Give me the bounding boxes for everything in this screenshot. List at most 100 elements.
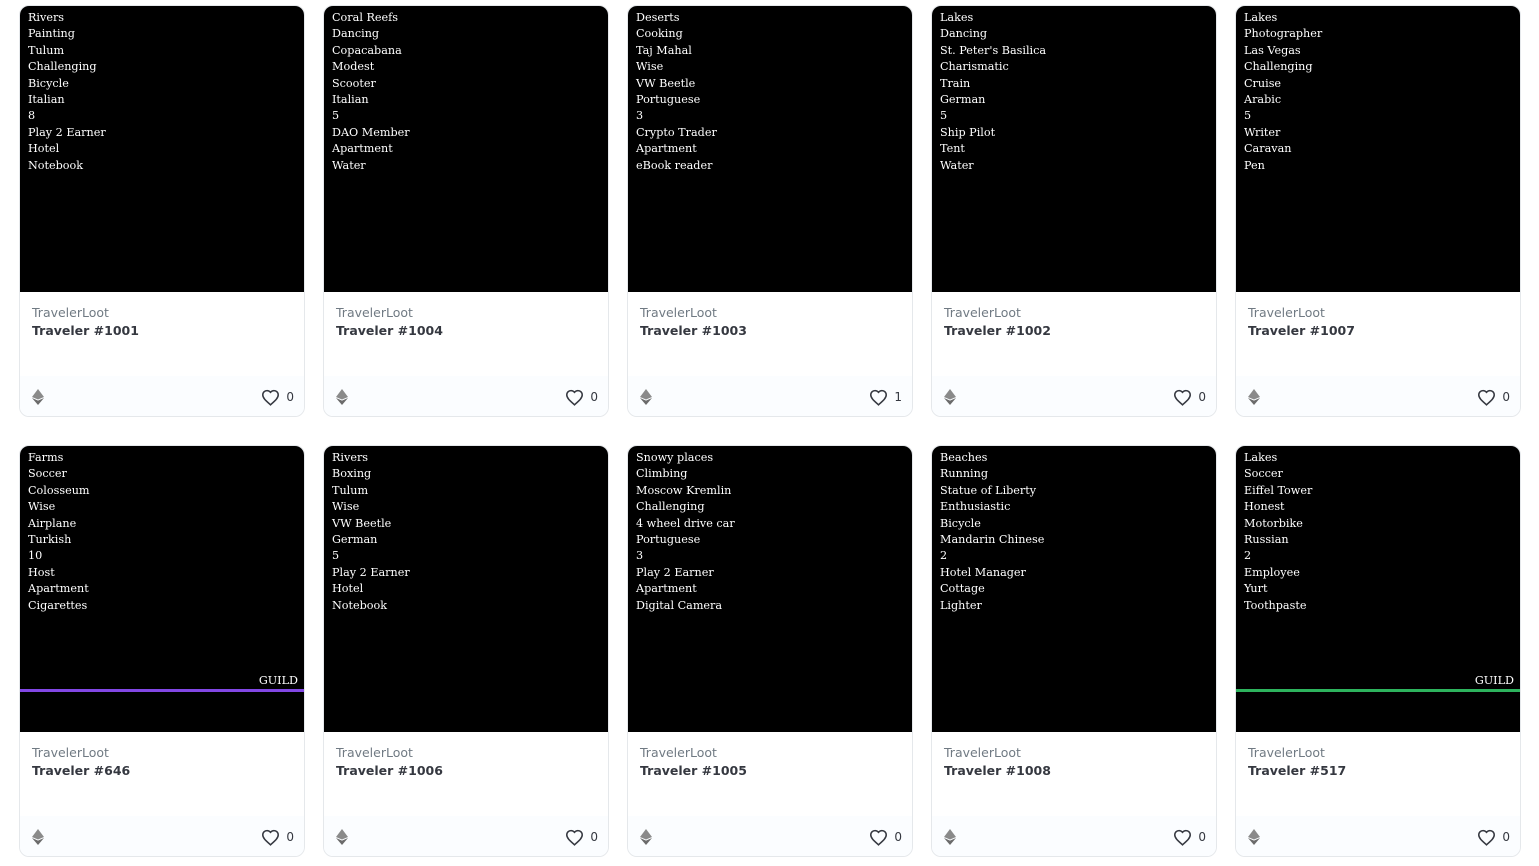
card-footer: 0 <box>20 376 304 416</box>
favorite-button[interactable]: 0 <box>565 387 598 407</box>
trait-line: Motorbike <box>1244 516 1303 530</box>
collection-name[interactable]: TravelerLoot <box>944 305 1021 320</box>
favorite-button[interactable]: 0 <box>869 827 902 847</box>
nft-artwork[interactable]: Lakes Soccer Eiffel Tower Honest Motorbike Ru… <box>1236 446 1520 732</box>
collection-name[interactable]: TravelerLoot <box>944 745 1021 760</box>
nft-artwork[interactable]: Rivers Boxing Tulum Wise VW Beetle German 5 Pla… <box>324 446 608 732</box>
ethereum-icon <box>640 389 652 405</box>
favorite-button[interactable]: 0 <box>261 827 294 847</box>
like-count: 0 <box>1198 390 1206 404</box>
nft-card[interactable]: Snowy places Climbing Moscow Kremlin Challe… <box>627 445 913 857</box>
item-name[interactable]: Traveler #1005 <box>640 763 747 778</box>
collection-name[interactable]: TravelerLoot <box>1248 745 1325 760</box>
nft-card[interactable]: Beaches Running Statue of Liberty Enthusias… <box>931 445 1217 857</box>
trait-line: 10 <box>28 549 43 563</box>
card-footer: 0 <box>1236 376 1520 416</box>
favorite-button[interactable]: 1 <box>869 387 902 407</box>
collection-name[interactable]: TravelerLoot <box>32 745 109 760</box>
trait-line: Mandarin Chinese <box>940 532 1045 546</box>
favorite-button[interactable]: 0 <box>1173 387 1206 407</box>
favorite-button[interactable]: 0 <box>565 827 598 847</box>
trait-line: Pen <box>1244 158 1265 172</box>
trait-line: Soccer <box>1244 467 1283 481</box>
card-footer: 0 <box>932 816 1216 856</box>
trait-list: Beaches Running Statue of Liberty Enthusias… <box>940 450 1044 614</box>
collection-name[interactable]: TravelerLoot <box>640 305 717 320</box>
trait-line: Snowy places <box>636 451 714 464</box>
collection-name[interactable]: TravelerLoot <box>336 305 413 320</box>
heart-icon <box>262 389 280 406</box>
nft-artwork[interactable]: Deserts Cooking Taj Mahal Wise VW Beetle Port… <box>628 6 912 292</box>
trait-line: Italian <box>28 92 65 106</box>
trait-line: Employee <box>1244 565 1300 579</box>
item-name[interactable]: Traveler #1003 <box>640 323 747 338</box>
trait-line: Digital Camera <box>636 598 723 612</box>
trait-line: Colosseum <box>28 483 90 497</box>
trait-line: Hotel <box>28 142 60 156</box>
nft-artwork[interactable]: Beaches Running Statue of Liberty Enthusias… <box>932 446 1216 732</box>
trait-list: Rivers Boxing Tulum Wise VW Beetle German 5 Pla… <box>332 450 410 614</box>
nft-card[interactable]: Coral Reefs Dancing Copacabana Modest Scoote… <box>323 5 609 417</box>
like-count: 0 <box>590 390 598 404</box>
item-name[interactable]: Traveler #1004 <box>336 323 443 338</box>
nft-artwork[interactable]: Lakes Photographer Las Vegas Challenging Cru… <box>1236 6 1520 292</box>
trait-line: Hotel Manager <box>940 565 1026 579</box>
trait-line: Modest <box>332 60 375 74</box>
nft-card[interactable]: Farms Soccer Colosseum Wise Airplane Turkish 1… <box>19 445 305 857</box>
trait-line: Host <box>28 565 55 579</box>
nft-artwork[interactable]: Rivers Painting Tulum Challenging Bicycle Ita… <box>20 6 304 292</box>
nft-artwork[interactable]: Snowy places Climbing Moscow Kremlin Challe… <box>628 446 912 732</box>
trait-line: Painting <box>28 27 75 41</box>
trait-line: Yurt <box>1244 582 1268 596</box>
trait-line: Apartment <box>332 142 393 156</box>
favorite-button[interactable]: 0 <box>1477 827 1510 847</box>
favorite-button[interactable]: 0 <box>1173 827 1206 847</box>
item-name[interactable]: Traveler #1002 <box>944 323 1051 338</box>
heart-icon <box>1174 829 1192 846</box>
ethereum-icon <box>640 829 652 845</box>
trait-list: Lakes Photographer Las Vegas Challenging Cru… <box>1244 10 1322 174</box>
trait-line: Wise <box>28 500 56 514</box>
nft-card[interactable]: Lakes Soccer Eiffel Tower Honest Motorbike Ru… <box>1235 445 1521 857</box>
collection-name[interactable]: TravelerLoot <box>1248 305 1325 320</box>
nft-card[interactable]: Lakes Dancing St. Peter's Basilica Charisma… <box>931 5 1217 417</box>
collection-name[interactable]: TravelerLoot <box>640 745 717 760</box>
item-name[interactable]: Traveler #517 <box>1248 763 1346 778</box>
trait-line: Honest <box>1244 500 1285 514</box>
nft-card[interactable]: Rivers Painting Tulum Challenging Bicycle Ita… <box>19 5 305 417</box>
trait-line: German <box>940 92 986 106</box>
trait-line: Copacabana <box>332 43 402 57</box>
nft-card[interactable]: Deserts Cooking Taj Mahal Wise VW Beetle Port… <box>627 5 913 417</box>
item-name[interactable]: Traveler #1007 <box>1248 323 1355 338</box>
trait-line: Portuguese <box>636 532 701 546</box>
trait-line: Play 2 Earner <box>636 565 714 579</box>
nft-card[interactable]: Rivers Boxing Tulum Wise VW Beetle German 5 Pla… <box>323 445 609 857</box>
trait-line: 2 <box>940 549 948 563</box>
like-count: 0 <box>1502 830 1510 844</box>
item-name[interactable]: Traveler #1006 <box>336 763 443 778</box>
trait-line: Toothpaste <box>1244 598 1307 612</box>
guild-label: GUILD <box>258 674 298 687</box>
guild-label: GUILD <box>1474 674 1514 687</box>
trait-line: Coral Reefs <box>332 11 398 24</box>
nft-artwork[interactable]: Farms Soccer Colosseum Wise Airplane Turkish 1… <box>20 446 304 732</box>
ethereum-icon <box>1248 829 1260 845</box>
trait-line: St. Peter's Basilica <box>940 43 1047 57</box>
collection-name[interactable]: TravelerLoot <box>32 305 109 320</box>
favorite-button[interactable]: 0 <box>261 387 294 407</box>
trait-line: Rivers <box>28 11 65 24</box>
trait-line: Soccer <box>28 467 67 481</box>
item-name[interactable]: Traveler #1008 <box>944 763 1051 778</box>
like-count: 0 <box>894 830 902 844</box>
nft-card[interactable]: Lakes Photographer Las Vegas Challenging Cru… <box>1235 5 1521 417</box>
collection-name[interactable]: TravelerLoot <box>336 745 413 760</box>
nft-artwork[interactable]: Coral Reefs Dancing Copacabana Modest Scoote… <box>324 6 608 292</box>
ethereum-icon <box>32 389 44 405</box>
item-name[interactable]: Traveler #1001 <box>32 323 139 338</box>
trait-line: Water <box>332 158 366 172</box>
trait-line: Cruise <box>1244 76 1282 90</box>
favorite-button[interactable]: 0 <box>1477 387 1510 407</box>
item-name[interactable]: Traveler #646 <box>32 763 130 778</box>
like-count: 0 <box>590 830 598 844</box>
nft-artwork[interactable]: Lakes Dancing St. Peter's Basilica Charisma… <box>932 6 1216 292</box>
